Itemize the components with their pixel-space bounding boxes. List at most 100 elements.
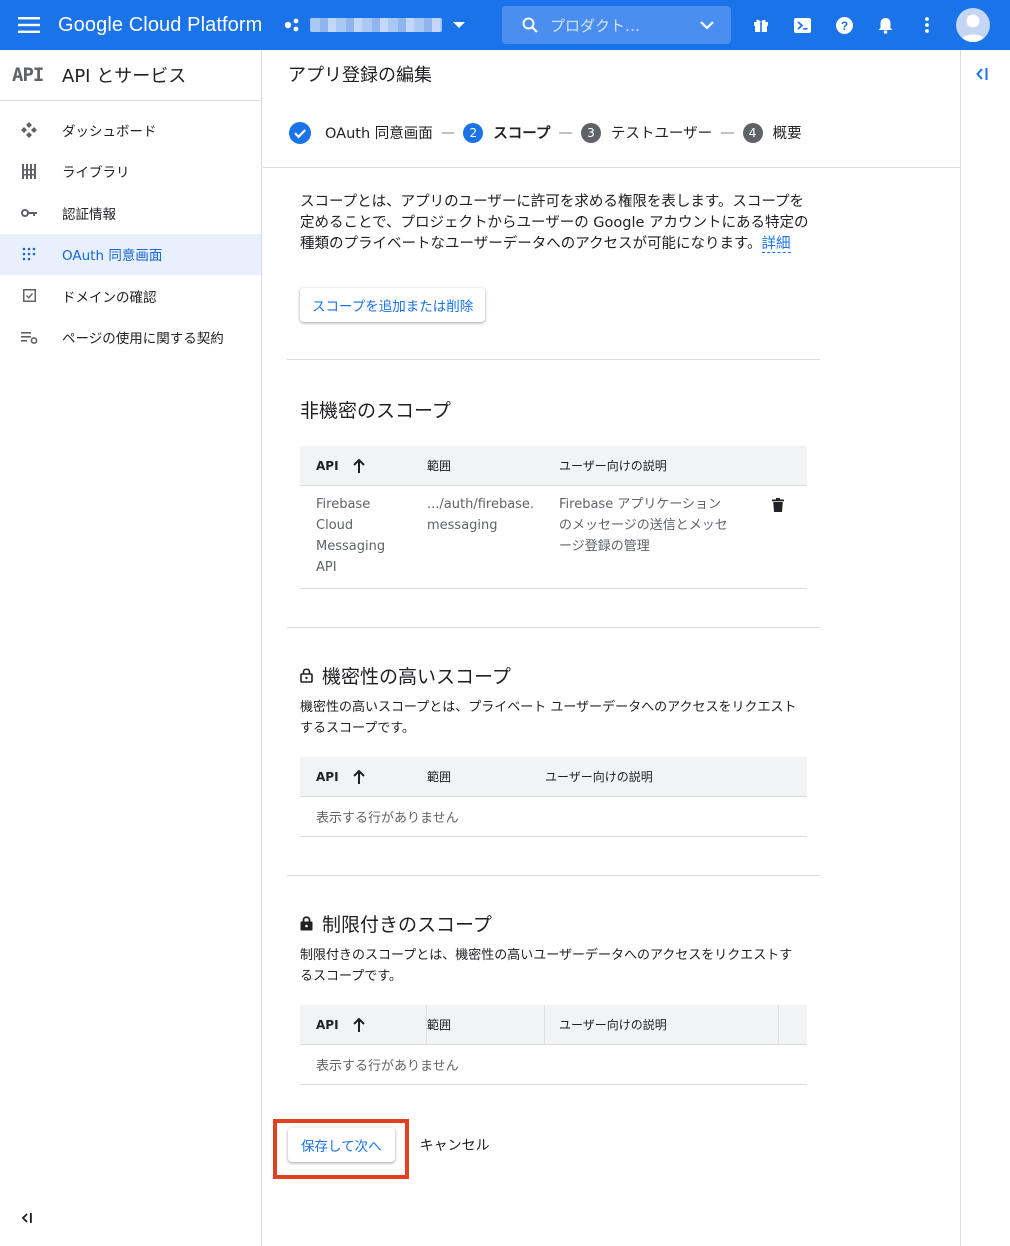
- svg-text:?: ?: [841, 19, 848, 33]
- brand-title[interactable]: Google Cloud Platform: [58, 14, 262, 37]
- divider: [287, 359, 820, 361]
- form-actions: 保存して次へ キャンセル: [288, 1128, 490, 1162]
- chevron-down-icon[interactable]: [699, 20, 715, 30]
- stepper: OAuth 同意画面 — 2 スコープ — 3 テストユーザー — 4 概要: [263, 98, 960, 168]
- step-summary[interactable]: 4 概要: [742, 122, 802, 143]
- step-label: スコープ: [493, 126, 551, 142]
- step-oauth-consent[interactable]: OAuth 同意画面: [289, 121, 433, 144]
- sensitive-scopes-title: 機密性の高いスコープ: [300, 662, 820, 688]
- arrow-upward-icon: [352, 458, 365, 473]
- cloud-shell-icon: [794, 17, 812, 33]
- learn-more-link[interactable]: 詳細: [761, 235, 791, 253]
- sensitive-scopes-description: 機密性の高いスコープとは、プライベート ユーザーデータへのアクセスをリクエストす…: [300, 700, 797, 736]
- step-label: 概要: [772, 126, 802, 142]
- sensitive-scopes-table: API 範囲 ユーザー向けの説明 表示する行がありません: [300, 757, 807, 838]
- search-placeholder: プロダクト…: [550, 16, 641, 35]
- search-box[interactable]: プロダクト…: [502, 6, 731, 44]
- settings-list-icon: [20, 331, 37, 344]
- check-circle-icon: [289, 121, 311, 144]
- column-description: ユーザー向けの説明: [559, 459, 667, 474]
- page-title: アプリ登録の編集: [288, 65, 432, 86]
- main-content: アプリ登録の編集 OAuth 同意画面 — 2 スコープ — 3 テストユーザー…: [263, 50, 960, 1246]
- arrow-upward-icon: [352, 1017, 365, 1032]
- intro-text: スコープとは、アプリのユーザーに許可を求める権限を表します。スコープを定めること…: [300, 192, 810, 254]
- sidebar-item-label: ドメインの確認: [62, 289, 157, 306]
- oauth-grid-icon: [22, 247, 36, 261]
- api-logo: API: [12, 64, 44, 86]
- restricted-scopes-description: 制限付きのスコープとは、機密性の高いユーザーデータへのアクセスをリクエストするス…: [300, 948, 793, 984]
- cancel-button[interactable]: キャンセル: [420, 1135, 490, 1155]
- account-avatar[interactable]: [956, 8, 990, 42]
- column-api[interactable]: API: [300, 458, 427, 473]
- cell-description: Firebase アプリケーションのメッセージの送信とメッセージ登録の管理: [559, 497, 728, 555]
- lock-open-icon: [300, 668, 313, 684]
- column-label: API: [316, 769, 339, 784]
- step-separator: —: [440, 124, 456, 141]
- sidebar: API API とサービス ダッシュボード ライブラリ 認証情報 OAuth 同…: [0, 50, 262, 1246]
- sidebar-item-library[interactable]: ライブラリ: [0, 151, 261, 193]
- divider: [287, 875, 820, 877]
- step-separator: —: [720, 124, 735, 141]
- gift-icon: [754, 19, 769, 32]
- restricted-scopes-title: 制限付きのスコープ: [300, 910, 820, 936]
- table-header: API 範囲 ユーザー向けの説明: [300, 1004, 807, 1046]
- sidebar-item-oauth-consent[interactable]: OAuth 同意画面: [0, 233, 261, 275]
- step-test-users[interactable]: 3 テストユーザー: [580, 122, 712, 143]
- add-remove-scopes-button[interactable]: スコープを追加または削除: [300, 288, 486, 323]
- toggle-info-panel-button[interactable]: [975, 66, 989, 85]
- sidebar-header: API API とサービス: [0, 50, 261, 101]
- step-number: 3: [580, 122, 601, 143]
- divider: [287, 627, 820, 629]
- column-scope: 範囲: [427, 770, 452, 785]
- save-and-continue-button[interactable]: 保存して次へ: [288, 1128, 395, 1162]
- restricted-scopes-table: API 範囲 ユーザー向けの説明 表示する行がありません: [300, 1004, 807, 1086]
- sidebar-item-label: OAuth 同意画面: [62, 248, 163, 265]
- empty-table-message: 表示する行がありません: [300, 797, 807, 838]
- right-info-panel-rail: [960, 50, 1010, 1246]
- sidebar-item-credentials[interactable]: 認証情報: [0, 192, 261, 234]
- step-label: OAuth 同意画面: [325, 126, 433, 142]
- section-title-text: 機密性の高いスコープ: [322, 665, 511, 688]
- help-button[interactable]: ?: [824, 0, 866, 50]
- non-sensitive-scopes-table: API 範囲 ユーザー向けの説明 Firebase Cloud Messagin…: [300, 446, 807, 590]
- table-row: Firebase Cloud Messaging API .../auth/fi…: [300, 486, 807, 590]
- trash-icon: [772, 498, 784, 513]
- project-selector[interactable]: [284, 7, 466, 43]
- cell-api: Firebase Cloud Messaging API: [316, 497, 386, 576]
- collapse-left-icon: [21, 1213, 32, 1223]
- step-scopes[interactable]: 2 スコープ: [463, 122, 550, 143]
- column-description: ユーザー向けの説明: [545, 1004, 779, 1045]
- hamburger-menu-icon: [18, 17, 40, 33]
- sidebar-item-label: 認証情報: [62, 206, 116, 223]
- column-api[interactable]: API: [300, 1004, 427, 1045]
- step-number: 2: [463, 122, 484, 143]
- library-icon: [22, 163, 36, 179]
- sidebar-item-dashboard[interactable]: ダッシュボード: [0, 109, 261, 151]
- cloud-shell-button[interactable]: [782, 0, 824, 50]
- sidebar-title: API とサービス: [62, 66, 187, 87]
- more-options-button[interactable]: [907, 0, 949, 50]
- sidebar-item-label: ダッシュボード: [62, 123, 157, 140]
- delete-scope-button[interactable]: [749, 494, 807, 588]
- cell-scope: .../auth/firebase.messaging: [427, 497, 535, 534]
- sidebar-item-domain-verification[interactable]: ドメインの確認: [0, 275, 261, 317]
- collapse-sidebar-button[interactable]: [20, 1209, 34, 1228]
- column-api[interactable]: API: [300, 769, 427, 784]
- table-header: API 範囲 ユーザー向けの説明: [300, 757, 807, 798]
- scope-form: スコープとは、アプリのユーザーに許可を求める権限を表します。スコープを定めること…: [263, 192, 820, 1086]
- section-title-text: 制限付きのスコープ: [322, 913, 492, 936]
- column-description: ユーザー向けの説明: [545, 770, 653, 785]
- step-separator: —: [558, 124, 573, 141]
- key-icon: [21, 208, 37, 217]
- column-scope: 範囲: [427, 459, 452, 474]
- project-name-redacted: [310, 18, 443, 32]
- main-menu-button[interactable]: [0, 0, 58, 50]
- more-vert-icon: [925, 17, 930, 33]
- notifications-button[interactable]: [865, 0, 907, 50]
- project-nodes-icon: [285, 18, 299, 32]
- intro-body: スコープとは、アプリのユーザーに許可を求める権限を表します。スコープを定めること…: [300, 194, 809, 252]
- lock-icon: [300, 916, 313, 931]
- non-sensitive-scopes-title: 非機密のスコープ: [300, 399, 451, 422]
- sidebar-item-page-usage-agreements[interactable]: ページの使用に関する契約: [0, 317, 261, 359]
- gift-button[interactable]: [741, 0, 783, 50]
